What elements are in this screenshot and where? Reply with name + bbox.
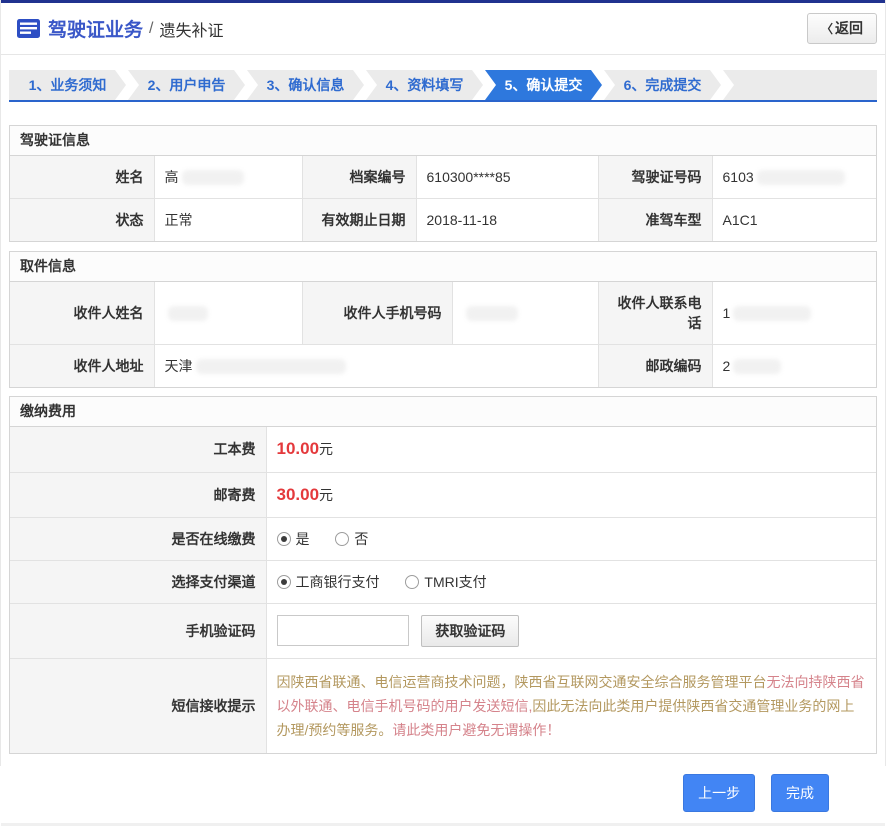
license-info-section: 驾驶证信息 姓名 高 档案编号 610300****85 驾驶证号码 6103 … xyxy=(9,125,877,242)
sms-code-input[interactable] xyxy=(277,615,409,646)
license-business-icon xyxy=(17,19,40,38)
redacted-blur xyxy=(733,359,781,374)
postage-fee-value: 30.00元 xyxy=(266,472,876,517)
name-value: 高 xyxy=(154,156,302,199)
production-fee-value: 10.00元 xyxy=(266,427,876,472)
redacted-blur xyxy=(733,306,811,321)
table-row: 邮寄费 30.00元 xyxy=(10,472,876,517)
pickup-info-table: 收件人姓名 收件人手机号码 收件人联系电话 1 收件人地址 天津 邮政编码 2 xyxy=(10,282,876,387)
table-row: 收件人地址 天津 邮政编码 2 xyxy=(10,345,876,388)
name-label: 姓名 xyxy=(10,156,154,199)
back-button[interactable]: 〈返回 xyxy=(807,13,877,44)
online-payment-label: 是否在线缴费 xyxy=(10,517,266,560)
expiry-value: 2018-11-18 xyxy=(416,199,598,242)
previous-step-button[interactable]: 上一步 xyxy=(683,774,755,812)
radio-selected-icon[interactable] xyxy=(277,532,291,546)
production-fee-label: 工本费 xyxy=(10,427,266,472)
page-header: 驾驶证业务 / 遗失补证 〈返回 xyxy=(1,3,885,55)
step-4-fill-data: 4、资料填写 xyxy=(366,70,483,100)
radio-option-no[interactable]: 否 xyxy=(335,531,368,547)
sms-code-label: 手机验证码 xyxy=(10,603,266,658)
status-label: 状态 xyxy=(10,199,154,242)
step-3-confirm-info: 3、确认信息 xyxy=(247,70,364,100)
recipient-name-value xyxy=(154,282,302,345)
table-row: 收件人姓名 收件人手机号码 收件人联系电话 1 xyxy=(10,282,876,345)
back-chevron-icon: 〈 xyxy=(821,22,833,36)
radio-unselected-icon[interactable] xyxy=(335,532,349,546)
postcode-label: 邮政编码 xyxy=(598,345,712,388)
table-row: 手机验证码 获取验证码 xyxy=(10,603,876,658)
back-button-label: 返回 xyxy=(835,20,863,36)
redacted-blur xyxy=(182,170,244,185)
sms-code-field: 获取验证码 xyxy=(266,603,876,658)
recipient-address-label: 收件人地址 xyxy=(10,345,154,388)
redacted-blur xyxy=(757,170,845,185)
footer-actions: 上一步 完成 xyxy=(1,774,829,812)
bottom-edge xyxy=(1,823,885,826)
online-payment-options: 是 否 xyxy=(266,517,876,560)
payment-channel-options: 工商银行支付 TMRI支付 xyxy=(266,560,876,603)
postcode-value: 2 xyxy=(712,345,876,388)
recipient-phone-value: 1 xyxy=(712,282,876,345)
breadcrumb-current: 遗失补证 xyxy=(159,17,223,41)
license-info-title: 驾驶证信息 xyxy=(10,126,876,156)
redacted-blur xyxy=(196,359,346,374)
wizard-steps: 1、业务须知 2、用户申告 3、确认信息 4、资料填写 5、确认提交 6、完成提… xyxy=(9,70,877,102)
fees-section: 缴纳费用 工本费 10.00元 邮寄费 30.00元 是否在线缴费 是 否 选择… xyxy=(9,396,877,754)
sms-notice-text: 因陕西省联通、电信运营商技术问题，陕西省互联网交通安全综合服务管理平台无法向持陕… xyxy=(266,658,876,753)
recipient-address-value: 天津 xyxy=(154,345,598,388)
table-row: 选择支付渠道 工商银行支付 TMRI支付 xyxy=(10,560,876,603)
status-value: 正常 xyxy=(154,199,302,242)
postage-fee-label: 邮寄费 xyxy=(10,472,266,517)
fees-table: 工本费 10.00元 邮寄费 30.00元 是否在线缴费 是 否 选择支付渠道 … xyxy=(10,427,876,753)
redacted-blur xyxy=(466,306,518,321)
radio-unselected-icon[interactable] xyxy=(405,575,419,589)
production-fee-unit: 元 xyxy=(319,441,333,457)
production-fee-amount: 10.00 xyxy=(277,439,320,458)
table-row: 状态 正常 有效期止日期 2018-11-18 准驾车型 A1C1 xyxy=(10,199,876,242)
fees-title: 缴纳费用 xyxy=(10,397,876,427)
vehicle-type-value: A1C1 xyxy=(712,199,876,242)
radio-option-yes[interactable]: 是 xyxy=(277,531,310,547)
postage-fee-unit: 元 xyxy=(319,487,333,503)
vehicle-type-label: 准驾车型 xyxy=(598,199,712,242)
license-number-label: 驾驶证号码 xyxy=(598,156,712,199)
recipient-phone-label: 收件人联系电话 xyxy=(598,282,712,345)
table-row: 短信接收提示 因陕西省联通、电信运营商技术问题，陕西省互联网交通安全综合服务管理… xyxy=(10,658,876,753)
file-number-value: 610300****85 xyxy=(416,156,598,199)
table-row: 姓名 高 档案编号 610300****85 驾驶证号码 6103 xyxy=(10,156,876,199)
step-2-user-declaration: 2、用户申告 xyxy=(128,70,245,100)
postage-fee-amount: 30.00 xyxy=(277,485,320,504)
recipient-name-label: 收件人姓名 xyxy=(10,282,154,345)
step-5-confirm-submit: 5、确认提交 xyxy=(485,70,602,100)
redacted-blur xyxy=(168,306,208,321)
recipient-mobile-value xyxy=(452,282,598,345)
license-info-table: 姓名 高 档案编号 610300****85 驾驶证号码 6103 状态 正常 … xyxy=(10,156,876,241)
expiry-label: 有效期止日期 xyxy=(302,199,416,242)
radio-option-tmri[interactable]: TMRI支付 xyxy=(405,574,486,590)
table-row: 是否在线缴费 是 否 xyxy=(10,517,876,560)
step-6-complete-submit: 6、完成提交 xyxy=(604,70,721,100)
sms-notice-label: 短信接收提示 xyxy=(10,658,266,753)
radio-selected-icon[interactable] xyxy=(277,575,291,589)
get-sms-code-button[interactable]: 获取验证码 xyxy=(421,615,519,647)
recipient-mobile-label: 收件人手机号码 xyxy=(302,282,452,345)
radio-option-icbc[interactable]: 工商银行支付 xyxy=(277,574,380,590)
step-bar-filler xyxy=(723,70,877,100)
step-bar-underline xyxy=(9,100,877,102)
file-number-label: 档案编号 xyxy=(302,156,416,199)
breadcrumb-separator: / xyxy=(149,20,153,38)
step-1-business-notice: 1、业务须知 xyxy=(9,70,126,100)
payment-channel-label: 选择支付渠道 xyxy=(10,560,266,603)
page-title: 驾驶证业务 xyxy=(48,15,143,42)
pickup-info-section: 取件信息 收件人姓名 收件人手机号码 收件人联系电话 1 收件人地址 天津 邮政… xyxy=(9,251,877,388)
finish-button[interactable]: 完成 xyxy=(771,774,829,812)
table-row: 工本费 10.00元 xyxy=(10,427,876,472)
license-number-value: 6103 xyxy=(712,156,876,199)
pickup-info-title: 取件信息 xyxy=(10,252,876,282)
